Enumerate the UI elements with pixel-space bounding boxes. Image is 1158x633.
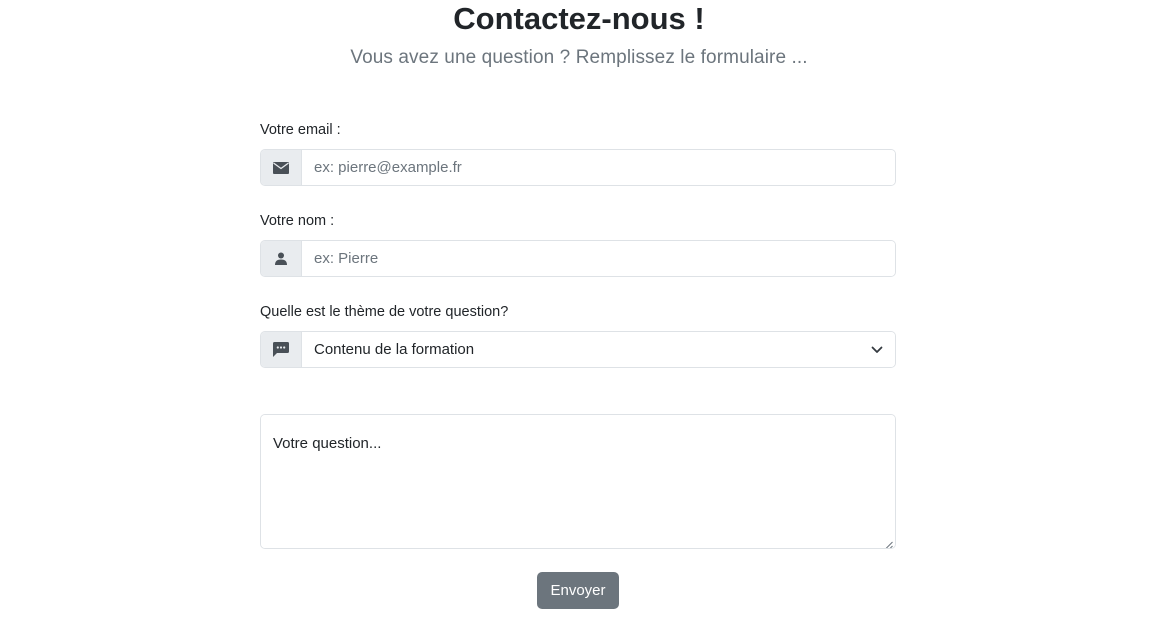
resize-handle-icon[interactable] [884, 537, 893, 548]
chat-bubble-icon [261, 332, 302, 367]
email-input-group [260, 149, 896, 186]
page-title: Contactez-nous ! [453, 1, 705, 36]
question-textarea[interactable] [261, 415, 895, 548]
submit-button[interactable]: Envoyer [537, 572, 619, 609]
name-field[interactable] [302, 241, 895, 276]
email-group: Votre email : [260, 120, 896, 186]
theme-select[interactable]: Contenu de la formation [302, 332, 895, 367]
page-subtitle: Vous avez une question ? Remplissez le f… [350, 47, 808, 68]
email-label: Votre email : [260, 122, 341, 138]
theme-input-group: Contenu de la formation [260, 331, 896, 368]
person-icon [261, 241, 302, 276]
name-input-group [260, 240, 896, 277]
name-label: Votre nom : [260, 213, 335, 229]
email-field[interactable] [302, 150, 895, 185]
chevron-down-icon [871, 346, 883, 354]
theme-selected-value: Contenu de la formation [314, 341, 475, 358]
question-textarea-wrapper [260, 414, 896, 549]
theme-label: Quelle est le thème de votre question? [260, 304, 509, 320]
envelope-icon [261, 150, 302, 185]
name-group: Votre nom : [260, 211, 896, 277]
theme-group: Quelle est le thème de votre question? C… [260, 302, 896, 368]
contact-page: Contactez-nous ! Vous avez une question … [0, 0, 1158, 633]
